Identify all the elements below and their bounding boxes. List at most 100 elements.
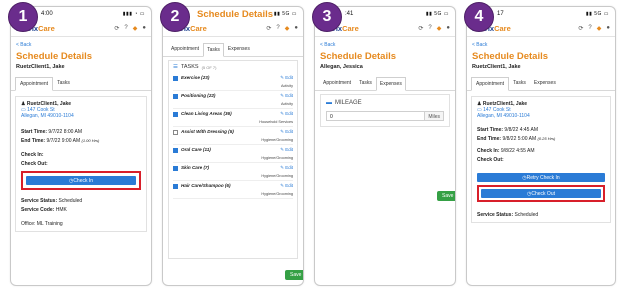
help-icon[interactable]: ? [588, 25, 591, 32]
mileage-unit: Miles [424, 112, 443, 120]
task-category: Hygiene/Grooming [261, 156, 293, 160]
task-name: Exercise (23) [181, 75, 210, 80]
mileage-input[interactable]: 0 Miles [326, 111, 444, 121]
back-link[interactable]: < Back [315, 37, 455, 48]
edit-task-button[interactable]: ✎ Edit [261, 165, 293, 171]
highlight-checkin: ◷ Check In [21, 171, 141, 190]
duration: (1.00 Hrs) [81, 138, 100, 143]
notification-icon[interactable]: ◆ [285, 25, 290, 32]
address-line2[interactable]: Allegan, MI 49010-1104 [477, 113, 605, 119]
edit-task-button[interactable]: ✎ Edit [261, 129, 293, 135]
save-button[interactable]: Save [285, 270, 303, 280]
page-title: Schedule Details [472, 51, 549, 62]
task-item[interactable]: Exercise (23) ✎ Edit Activity [173, 73, 293, 91]
notification-icon[interactable]: ◆ [133, 25, 138, 32]
tab-expenses[interactable]: Expenses [375, 77, 406, 91]
user-icon[interactable]: ● [446, 25, 450, 32]
task-checkbox[interactable] [173, 76, 178, 81]
tab-expenses[interactable]: Expenses [530, 77, 560, 90]
edit-task-button[interactable]: ✎ Edit [261, 147, 293, 153]
task-category: Activity [280, 84, 293, 88]
page-title: Schedule Details [16, 51, 93, 62]
client-name: Allegan, Jessica [320, 64, 363, 70]
tab-tasks[interactable]: Tasks [355, 77, 376, 90]
checkout-button[interactable]: ◷ Check Out [481, 189, 601, 198]
phone-screen-appointment: 4:00 ▮▮▮ ◔ ▭ MatrixCare ⟳ ? ◆ ● < Back S… [10, 6, 152, 286]
task-category: Activity [280, 102, 293, 106]
edit-task-button[interactable]: ✎ Edit [280, 75, 293, 81]
checkin-button[interactable]: ◷ Check In [26, 176, 136, 185]
checkin-label: Check In: [477, 148, 500, 154]
start-label: Start Time: [477, 127, 504, 133]
refresh-icon[interactable]: ⟳ [266, 25, 271, 32]
task-checkbox[interactable] [173, 112, 178, 117]
signal-icon: ▮▮ 5G ▭ [425, 11, 449, 17]
tab-appointment[interactable]: Appointment [15, 77, 54, 91]
notification-icon[interactable]: ◆ [437, 25, 442, 32]
task-item[interactable]: Skin Care (7) ✎ Edit Hygiene/Grooming [173, 163, 293, 181]
task-checkbox[interactable] [173, 94, 178, 99]
help-icon[interactable]: ? [428, 25, 431, 32]
edit-task-button[interactable]: ✎ Edit [261, 183, 293, 189]
refresh-icon[interactable]: ⟳ [578, 25, 583, 32]
task-name: Skin Care (7) [181, 165, 210, 170]
clock: 4:00 [41, 11, 53, 17]
refresh-icon[interactable]: ⟳ [114, 25, 119, 32]
notification-icon[interactable]: ◆ [597, 25, 602, 32]
checkout-label: Check Out: [477, 157, 504, 163]
help-icon[interactable]: ? [276, 25, 279, 32]
task-list: Exercise (23) ✎ Edit Activity Positioning (… [173, 73, 293, 199]
task-name: Hair Care/Shampoo (6) [181, 183, 231, 188]
task-category: Hygiene/Grooming [261, 192, 293, 196]
tab-tasks[interactable]: Tasks [53, 77, 74, 90]
back-link[interactable]: < Back [467, 37, 615, 48]
mileage-label: MILEAGE [335, 100, 362, 106]
tab-appointment[interactable]: Appointment [471, 77, 510, 91]
task-checkbox[interactable] [173, 184, 178, 189]
tab-expenses[interactable]: Expenses [224, 43, 254, 56]
task-checkbox[interactable] [173, 130, 178, 135]
car-icon: ▬ [326, 100, 332, 106]
edit-task-button[interactable]: ✎ Edit [259, 111, 293, 117]
task-item[interactable]: Assist With Dressing (5) ✎ Edit Hygiene/Gr… [173, 127, 293, 145]
address-line2[interactable]: Allegan, MI 49010-1104 [21, 113, 141, 119]
end-value: 9/7/22 9:00 AM [46, 138, 81, 144]
tab-bar: Appointment Tasks [11, 77, 151, 91]
refresh-icon[interactable]: ⟳ [418, 25, 423, 32]
clock: 17 [497, 11, 504, 17]
signal-icon: ▮▮ 5G ▭ [273, 11, 297, 17]
retry-checkin-button[interactable]: ◷ Retry Check In [477, 173, 605, 182]
user-icon[interactable]: ● [294, 25, 298, 32]
status-label: Service Status: [477, 212, 514, 218]
page-title: Schedule Details [197, 8, 274, 20]
office-label: Office: ML Training [21, 221, 63, 227]
mileage-value[interactable]: 0 [327, 112, 424, 120]
user-icon[interactable]: ● [606, 25, 610, 32]
tab-tasks[interactable]: Tasks [509, 77, 530, 90]
start-label: Start Time: [21, 129, 48, 135]
duration: (0.25 Hrs) [537, 136, 556, 141]
back-link[interactable]: < Back [11, 37, 151, 48]
phone-screen-tasks: Schedule Details ▮▮ 5G ▭ MatrixCare ⟳ ? … [162, 6, 304, 286]
help-icon[interactable]: ? [124, 25, 127, 32]
status-label: Service Status: [21, 198, 58, 204]
tab-appointment[interactable]: Appointment [319, 77, 355, 90]
step-badge-1: 1 [8, 2, 38, 32]
tab-tasks[interactable]: Tasks [203, 43, 224, 57]
end-label: End Time: [477, 136, 502, 142]
appointment-card: ♟ RuetzClient1, Jake ▭ 147 Cook St Alleg… [471, 96, 611, 223]
phone-screen-expenses: :41 ▮▮ 5G ▭ MatrixCare ⟳ ? ◆ ● < Back Sc… [314, 6, 456, 286]
task-item[interactable]: Hair Care/Shampoo (6) ✎ Edit Hygiene/Groom… [173, 181, 293, 199]
edit-task-button[interactable]: ✎ Edit [280, 93, 293, 99]
task-item[interactable]: Clean Living Areas (36) ✎ Edit Household S… [173, 109, 293, 127]
save-button[interactable]: Save [437, 191, 455, 201]
task-item[interactable]: Positioning (22) ✎ Edit Activity [173, 91, 293, 109]
tab-bar: Appointment Tasks Expenses [467, 77, 615, 91]
task-category: Hygiene/Grooming [261, 174, 293, 178]
user-icon[interactable]: ● [142, 25, 146, 32]
tab-appointment[interactable]: Appointment [167, 43, 203, 56]
task-checkbox[interactable] [173, 148, 178, 153]
task-item[interactable]: Oral Care (11) ✎ Edit Hygiene/Grooming [173, 145, 293, 163]
tasks-panel: ☰ TASKS (5 OF 7) Exercise (23) ✎ Edit Activ… [168, 60, 298, 259]
task-checkbox[interactable] [173, 166, 178, 171]
